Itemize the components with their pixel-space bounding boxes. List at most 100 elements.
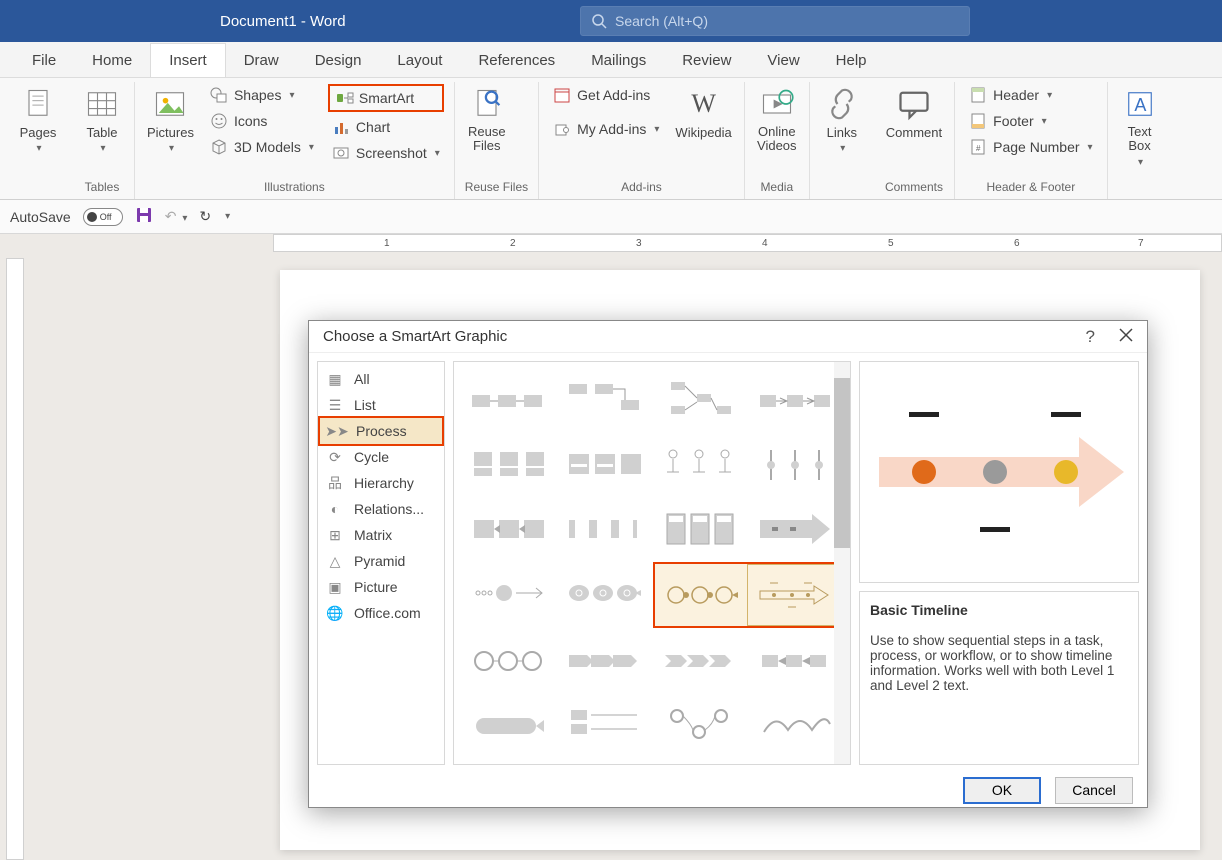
graphic-item[interactable]: [558, 562, 652, 624]
graphic-circle-accent-timeline[interactable]: [655, 564, 747, 626]
smartart-button[interactable]: SmartArt: [328, 84, 444, 112]
graphic-item[interactable]: [462, 498, 556, 560]
chart-button[interactable]: Chart: [328, 116, 444, 138]
screenshot-button[interactable]: Screenshot▾: [328, 142, 444, 164]
undo-button[interactable]: ↶ ▾: [165, 208, 188, 225]
category-all[interactable]: ▦All: [318, 366, 444, 392]
graphic-item[interactable]: [558, 370, 652, 432]
ok-button[interactable]: OK: [963, 777, 1041, 804]
graphic-item[interactable]: [462, 562, 556, 624]
pictures-label: Pictures: [147, 125, 194, 140]
reusefiles-button[interactable]: ReuseFiles: [465, 84, 509, 156]
reuse-icon: [469, 86, 505, 122]
horizontal-ruler[interactable]: 1 2 3 4 5 6 7: [273, 234, 1222, 252]
chevron-down-icon: ▾: [1042, 116, 1047, 127]
graphic-basic-timeline[interactable]: [747, 564, 841, 626]
graphics-grid: [453, 361, 851, 765]
search-box[interactable]: Search (Alt+Q): [580, 6, 970, 36]
tab-file[interactable]: File: [14, 44, 74, 77]
picture-icon: ▣: [326, 578, 344, 596]
pages-label: Pages: [20, 125, 57, 140]
redo-button[interactable]: ↻: [199, 208, 211, 225]
dialog-title-text: Choose a SmartArt Graphic: [323, 328, 507, 345]
dialog-titlebar: Choose a SmartArt Graphic ?: [309, 321, 1147, 353]
store-icon: [553, 86, 571, 104]
textbox-button[interactable]: A TextBox ▾: [1118, 84, 1162, 170]
chevron-down-icon: ▾: [654, 124, 659, 135]
table-button[interactable]: Table ▾: [80, 84, 124, 156]
category-matrix[interactable]: ⊞Matrix: [318, 522, 444, 548]
graphic-item[interactable]: [653, 694, 747, 756]
close-button[interactable]: [1119, 327, 1133, 347]
graphic-item[interactable]: [653, 498, 747, 560]
graphic-item[interactable]: [653, 370, 747, 432]
getaddins-button[interactable]: Get Add-ins: [549, 84, 663, 106]
group-addins-label: Add-ins: [549, 178, 734, 197]
search-icon: [591, 13, 607, 29]
tab-layout[interactable]: Layout: [379, 44, 460, 77]
graphic-item[interactable]: [749, 370, 843, 432]
graphic-item[interactable]: [558, 630, 652, 692]
pages-button[interactable]: Pages ▾: [16, 84, 60, 156]
chevron-down-icon: ▾: [289, 90, 294, 101]
tab-mailings[interactable]: Mailings: [573, 44, 664, 77]
tab-review[interactable]: Review: [664, 44, 749, 77]
category-picture[interactable]: ▣Picture: [318, 574, 444, 600]
graphic-item[interactable]: [558, 694, 652, 756]
group-tables-label: Tables: [80, 178, 124, 197]
3dmodels-button[interactable]: 3D Models▾: [206, 136, 318, 158]
graphic-item[interactable]: [653, 434, 747, 496]
graphic-item[interactable]: [462, 434, 556, 496]
cube-icon: [210, 138, 228, 156]
myaddins-button[interactable]: My Add-ins▾: [549, 118, 663, 140]
links-button[interactable]: Links ▾: [820, 84, 864, 156]
vertical-ruler[interactable]: [6, 258, 24, 860]
wikipedia-button[interactable]: W Wikipedia: [673, 84, 733, 142]
header-button[interactable]: Header▾: [965, 84, 1096, 106]
graphic-item[interactable]: [462, 370, 556, 432]
category-list-item[interactable]: ☰List: [318, 392, 444, 418]
graphic-item[interactable]: [558, 434, 652, 496]
category-list: ▦All ☰List ➤➤Process ⟳Cycle 品Hierarchy ◐…: [317, 361, 445, 765]
cancel-button[interactable]: Cancel: [1055, 777, 1133, 804]
category-hierarchy[interactable]: 品Hierarchy: [318, 470, 444, 496]
icons-button[interactable]: Icons: [206, 110, 318, 132]
category-pyramid[interactable]: △Pyramid: [318, 548, 444, 574]
tab-draw[interactable]: Draw: [226, 44, 297, 77]
tab-insert[interactable]: Insert: [150, 43, 226, 77]
shapes-button[interactable]: Shapes▾: [206, 84, 318, 106]
graphic-item[interactable]: [558, 498, 652, 560]
tab-view[interactable]: View: [749, 44, 817, 77]
graphic-item[interactable]: [749, 434, 843, 496]
onlinevideos-button[interactable]: OnlineVideos: [755, 84, 799, 156]
smartart-icon: [336, 89, 354, 107]
save-button[interactable]: [135, 206, 153, 227]
pagenumber-button[interactable]: #Page Number▾: [965, 136, 1096, 158]
graphic-item[interactable]: [653, 630, 747, 692]
preview-description: Basic Timeline Use to show sequential st…: [859, 591, 1139, 765]
graphic-item[interactable]: [749, 630, 843, 692]
preview-pane: Basic Timeline Use to show sequential st…: [859, 361, 1139, 765]
graphic-item[interactable]: [749, 694, 843, 756]
scrollbar-thumb[interactable]: [834, 378, 850, 548]
help-button[interactable]: ?: [1086, 327, 1095, 347]
tab-references[interactable]: References: [460, 44, 573, 77]
comment-button[interactable]: Comment: [884, 84, 944, 142]
chevron-down-icon: ▾: [1047, 90, 1052, 101]
graphic-item[interactable]: [462, 694, 556, 756]
tab-design[interactable]: Design: [297, 44, 380, 77]
scrollbar[interactable]: [834, 362, 850, 764]
category-process[interactable]: ➤➤Process: [318, 416, 444, 446]
footer-button[interactable]: Footer▾: [965, 110, 1096, 132]
category-cycle[interactable]: ⟳Cycle: [318, 444, 444, 470]
category-officecom[interactable]: 🌐Office.com: [318, 600, 444, 626]
pictures-button[interactable]: Pictures ▾: [145, 84, 196, 156]
tab-home[interactable]: Home: [74, 44, 150, 77]
tab-help[interactable]: Help: [818, 44, 885, 77]
comment-icon: [896, 86, 932, 122]
category-relationship[interactable]: ◐Relations...: [318, 496, 444, 522]
chevron-down-icon[interactable]: ▾: [225, 211, 230, 222]
graphic-item[interactable]: [462, 630, 556, 692]
graphic-item[interactable]: [749, 498, 843, 560]
autosave-toggle[interactable]: Off: [83, 208, 123, 226]
